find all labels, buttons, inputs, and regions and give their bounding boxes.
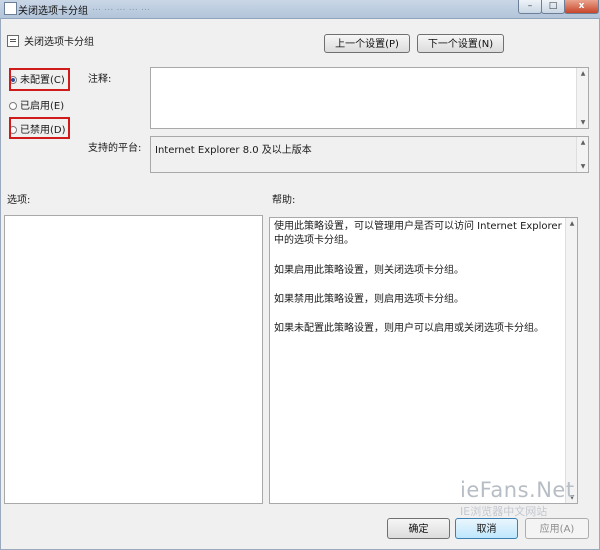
title-bar — [0, 0, 600, 19]
help-scrollbar[interactable]: ▲ ▼ — [565, 218, 577, 503]
policy-title: 关闭选项卡分组 — [24, 37, 94, 48]
options-panel — [4, 215, 263, 504]
help-paragraph: 使用此策略设置，可以管理用户是否可以访问 Internet Explorer 中… — [274, 221, 562, 246]
highlight-box-disabled — [9, 117, 70, 139]
scroll-up-icon[interactable]: ▲ — [577, 70, 589, 77]
help-paragraph: 如果启用此策略设置，则关闭选项卡分组。 — [274, 265, 464, 276]
scroll-down-icon[interactable]: ▼ — [577, 119, 589, 126]
window-icon — [4, 2, 17, 15]
maximize-button[interactable]: □ — [541, 0, 565, 14]
comment-label: 注释: — [88, 74, 112, 85]
platform-scrollbar[interactable]: ▲ ▼ — [576, 137, 588, 172]
help-panel — [269, 217, 578, 504]
close-button[interactable]: x — [564, 0, 599, 14]
previous-setting-button[interactable]: 上一个设置(P) — [324, 34, 410, 53]
comment-textarea[interactable] — [150, 67, 589, 129]
comment-scrollbar[interactable]: ▲ ▼ — [576, 68, 588, 128]
minimize-button[interactable]: – — [518, 0, 542, 14]
help-paragraph: 如果未配置此策略设置，则用户可以启用或关闭选项卡分组。 — [274, 323, 544, 334]
help-label: 帮助: — [272, 195, 296, 206]
radio-enabled[interactable]: 已启用(E) — [9, 97, 65, 112]
apply-button[interactable]: 应用(A) — [525, 518, 589, 539]
policy-setting-icon — [7, 35, 19, 47]
platform-label: 支持的平台: — [88, 143, 142, 154]
watermark-subtitle: IE浏览器中文网站 — [460, 505, 548, 518]
scroll-down-icon[interactable]: ▼ — [577, 163, 589, 170]
platform-value: Internet Explorer 8.0 及以上版本 — [155, 145, 312, 156]
cancel-button[interactable]: 取消 — [455, 518, 518, 539]
help-paragraph: 如果禁用此策略设置，则启用选项卡分组。 — [274, 294, 464, 305]
scroll-up-icon[interactable]: ▲ — [566, 220, 578, 227]
scroll-up-icon[interactable]: ▲ — [577, 139, 589, 146]
radio-unselected-icon — [9, 102, 17, 110]
highlight-box-not-configured — [9, 68, 70, 91]
background-tabs: ... ... ... ... ... — [92, 3, 151, 13]
radio-label: 已启用(E) — [20, 101, 65, 112]
options-label: 选项: — [7, 195, 31, 206]
ok-button[interactable]: 确定 — [387, 518, 450, 539]
watermark-logo: ieFans.Net — [460, 478, 575, 502]
window-title: 关闭选项卡分组 — [18, 6, 88, 17]
next-setting-button[interactable]: 下一个设置(N) — [417, 34, 504, 53]
